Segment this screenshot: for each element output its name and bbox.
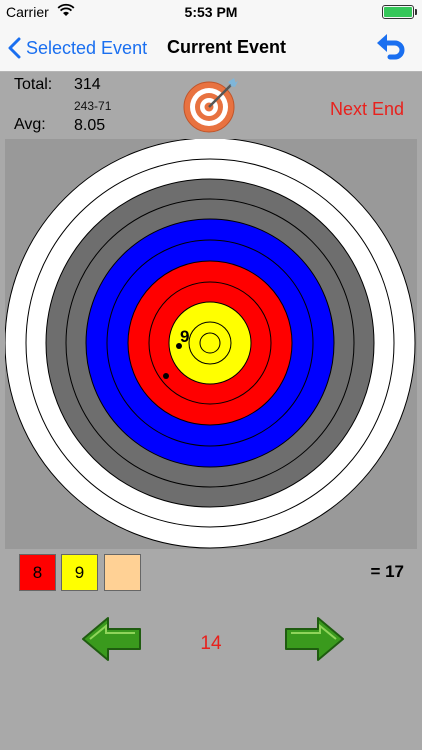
average-value: 8.05 <box>74 117 106 134</box>
arrow-hit-label: 9 <box>180 327 189 346</box>
total-label: Total: <box>14 76 53 93</box>
score-detail: 243-71 <box>74 99 112 113</box>
stats-panel: Total: 314 243-71 Avg: 8.05 Next End <box>0 72 422 138</box>
status-bar: Carrier 5:53 PM <box>0 0 422 24</box>
back-button-label: Selected Event <box>26 37 148 58</box>
navigation-bar: Selected Event Current Event <box>0 24 422 72</box>
chevron-left-icon <box>8 37 21 59</box>
clock-time: 5:53 PM <box>184 4 238 20</box>
total-value: 314 <box>74 76 101 93</box>
arrow-right-icon <box>285 617 344 661</box>
average-label: Avg: <box>14 116 46 133</box>
battery-icon <box>382 5 417 19</box>
ring-x <box>199 332 221 354</box>
arrow-score-1[interactable]: 8 <box>19 554 56 591</box>
undo-button[interactable] <box>374 30 408 69</box>
next-end-button[interactable]: Next End <box>330 99 404 120</box>
archery-target[interactable]: 9 <box>5 139 417 549</box>
arrow-hit[interactable] <box>163 373 169 379</box>
end-total: = 17 <box>370 562 404 581</box>
next-end-arrow-button[interactable] <box>282 614 346 669</box>
target-face-area[interactable]: 9 <box>5 139 417 549</box>
battery-level <box>384 7 412 17</box>
arrow-score-2[interactable]: 9 <box>61 554 98 591</box>
target-logo-icon <box>182 76 240 139</box>
back-button[interactable]: Selected Event <box>8 36 147 60</box>
arrow-score-3[interactable] <box>104 554 141 591</box>
end-scores: 8 9 = 17 <box>0 554 422 592</box>
end-navigation: 14 <box>0 612 422 672</box>
page-title: Current Event <box>167 37 287 57</box>
end-number: 14 <box>200 633 222 654</box>
undo-arrow-icon <box>377 34 405 60</box>
